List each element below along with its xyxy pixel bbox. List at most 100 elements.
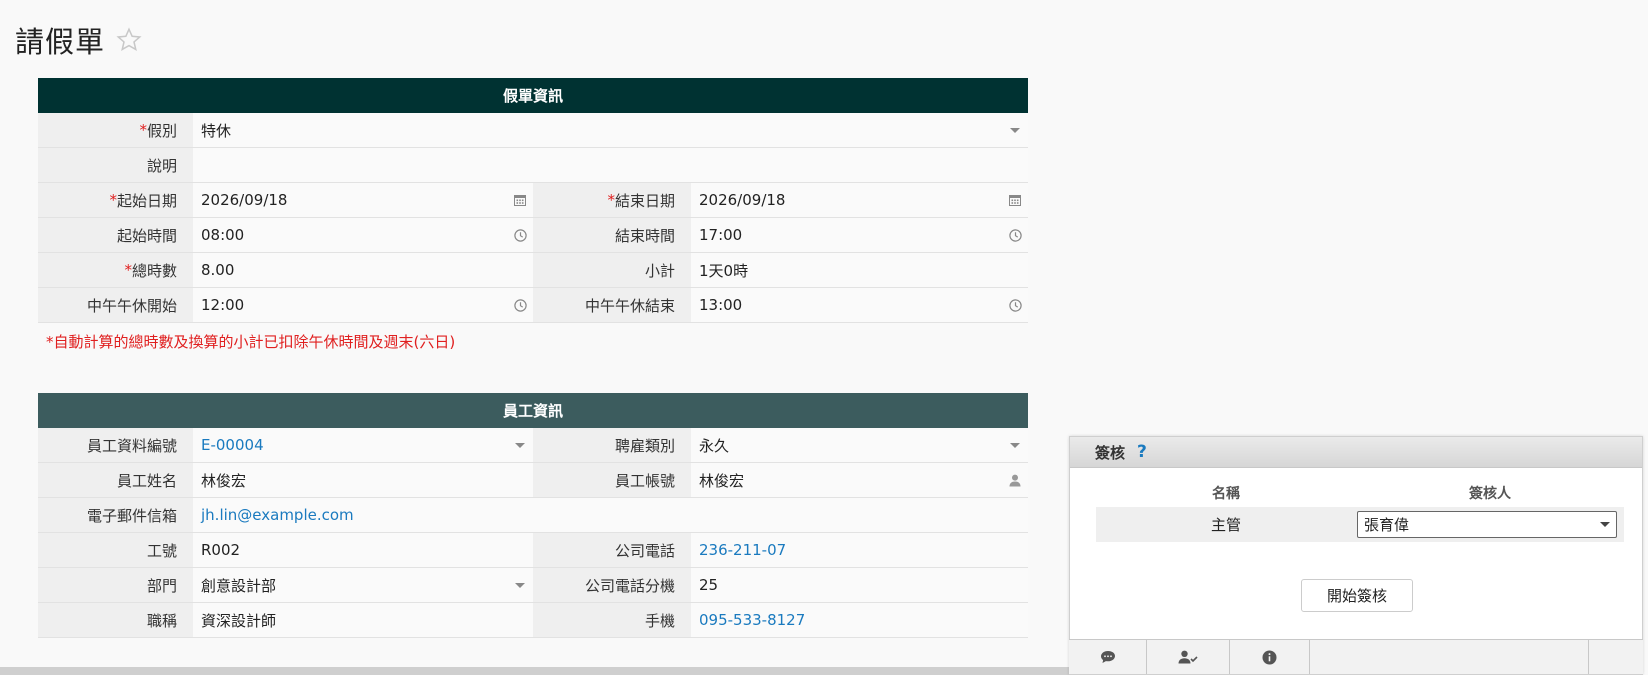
subtotal-value: 1天0時	[691, 253, 1028, 287]
help-icon[interactable]: ?	[1137, 442, 1147, 462]
approval-columns: 名稱 簽核人	[1096, 483, 1624, 503]
date-row: * 起始日期 2026/09/18 * 結束日期 2026/09/18	[38, 183, 1028, 218]
staff-no-label: 工號	[38, 533, 193, 567]
mobile-link[interactable]: 095-533-8127	[699, 611, 805, 629]
subtotal-label: 小計	[533, 253, 691, 287]
email-label: 電子郵件信箱	[38, 498, 193, 532]
mobile-label: 手機	[533, 603, 691, 637]
leave-type-row: * 假別 特休	[38, 113, 1028, 148]
email-row: 電子郵件信箱 jh.lin@example.com	[38, 498, 1028, 533]
employment-type-select[interactable]: 永久	[691, 428, 1028, 462]
approval-role: 主管	[1210, 516, 1241, 534]
job-title-label: 職稱	[38, 603, 193, 637]
end-date-label: 結束日期	[614, 191, 675, 210]
end-time-field[interactable]: 17:00	[691, 218, 1028, 252]
approver-select[interactable]: 張育偉	[1357, 511, 1617, 538]
end-time-label: 結束時間	[533, 218, 691, 252]
start-date-value: 2026/09/18	[201, 191, 288, 209]
leave-type-select[interactable]: 特休	[193, 113, 1028, 147]
employee-id-select[interactable]: E-00004	[193, 428, 533, 462]
employee-account-value: 林俊宏	[699, 471, 745, 490]
page-title: 請假單	[15, 25, 106, 59]
hours-row: * 總時數 8.00 小計 1天0時	[38, 253, 1028, 288]
mobile-field[interactable]: 095-533-8127	[691, 603, 1028, 637]
description-field[interactable]	[193, 148, 1028, 182]
user-check-icon[interactable]	[1147, 640, 1230, 674]
start-date-field[interactable]: 2026/09/18	[193, 183, 533, 217]
lunch-start-field[interactable]: 12:00	[193, 288, 533, 322]
lunch-end-label: 中午午休結束	[533, 288, 691, 322]
lunch-start-value: 12:00	[201, 296, 245, 314]
auto-calc-note: *自動計算的總時數及換算的小計已扣除午休時間及週末(六日)	[46, 333, 456, 351]
description-row: 說明	[38, 148, 1028, 183]
approver-value: 張育偉	[1364, 516, 1410, 534]
leave-type-label: 假別	[146, 121, 177, 140]
clock-icon[interactable]	[513, 298, 527, 312]
calendar-icon[interactable]	[513, 193, 527, 207]
employee-name-label: 員工姓名	[38, 463, 193, 497]
email-field[interactable]: jh.lin@example.com	[193, 498, 1028, 532]
job-title-field[interactable]: 資深設計師	[193, 603, 533, 637]
clock-icon[interactable]	[1008, 228, 1022, 242]
office-phone-link[interactable]: 236-211-07	[699, 541, 786, 559]
office-phone-field[interactable]: 236-211-07	[691, 533, 1028, 567]
start-time-value: 08:00	[201, 226, 245, 244]
info-icon[interactable]	[1230, 640, 1310, 674]
approval-toolbar	[1069, 639, 1643, 674]
start-time-label: 起始時間	[38, 218, 193, 252]
end-time-value: 17:00	[699, 226, 743, 244]
employee-name-field[interactable]: 林俊宏	[193, 463, 533, 497]
lunch-row: 中午午休開始 12:00 中午午休結束 13:00	[38, 288, 1028, 323]
employee-name-row: 員工姓名 林俊宏 員工帳號 林俊宏	[38, 463, 1028, 498]
staff-no-row: 工號 R002 公司電話 236-211-07	[38, 533, 1028, 568]
start-time-field[interactable]: 08:00	[193, 218, 533, 252]
extension-label: 公司電話分機	[533, 568, 691, 602]
department-label: 部門	[38, 568, 193, 602]
extension-field[interactable]: 25	[691, 568, 1028, 602]
employee-id-label: 員工資料編號	[38, 428, 193, 462]
employee-account-field[interactable]: 林俊宏	[691, 463, 1028, 497]
start-date-label: 起始日期	[116, 191, 177, 210]
department-select[interactable]: 創意設計部	[193, 568, 533, 602]
calendar-icon[interactable]	[1008, 193, 1022, 207]
employment-type-label: 聘雇類別	[533, 428, 691, 462]
email-link[interactable]: jh.lin@example.com	[201, 506, 354, 524]
employment-type-value: 永久	[699, 436, 730, 455]
approval-row: 主管 張育偉	[1096, 507, 1624, 542]
chevron-down-icon[interactable]	[513, 438, 527, 452]
approval-panel: 簽核 ? 名稱 簽核人 主管 張育偉 開始簽核	[1069, 436, 1643, 675]
leave-info-header: 假單資訊	[38, 78, 1028, 113]
lunch-start-label: 中午午休開始	[38, 288, 193, 322]
user-icon[interactable]	[1008, 473, 1022, 487]
employee-id-row: 員工資料編號 E-00004 聘雇類別 永久	[38, 428, 1028, 463]
col-name-header: 名稱	[1212, 486, 1240, 502]
employee-id-link[interactable]: E-00004	[201, 436, 264, 454]
lunch-end-value: 13:00	[699, 296, 743, 314]
approval-header: 簽核 ?	[1070, 437, 1642, 468]
staff-no-field[interactable]: R002	[193, 533, 533, 567]
leave-type-value: 特休	[201, 121, 232, 140]
total-hours-label: 總時數	[131, 261, 177, 280]
end-date-value: 2026/09/18	[699, 191, 786, 209]
clock-icon[interactable]	[1008, 298, 1022, 312]
start-approval-button[interactable]: 開始簽核	[1301, 579, 1413, 612]
lunch-end-field[interactable]: 13:00	[691, 288, 1028, 322]
office-phone-label: 公司電話	[533, 533, 691, 567]
chevron-down-icon	[1600, 522, 1610, 527]
end-date-field[interactable]: 2026/09/18	[691, 183, 1028, 217]
approval-title: 簽核	[1095, 443, 1126, 462]
department-value: 創意設計部	[201, 576, 277, 595]
chevron-down-icon[interactable]	[513, 578, 527, 592]
description-label: 說明	[38, 148, 193, 182]
employee-info-header: 員工資訊	[38, 393, 1028, 428]
toolbar-spacer	[1310, 640, 1589, 674]
total-hours-field[interactable]: 8.00	[193, 253, 533, 287]
chevron-down-icon[interactable]	[1008, 123, 1022, 137]
department-row: 部門 創意設計部 公司電話分機 25	[38, 568, 1028, 603]
star-icon[interactable]	[115, 26, 143, 54]
time-row: 起始時間 08:00 結束時間 17:00	[38, 218, 1028, 253]
leave-info-section: 假單資訊 * 假別 特休 說明 * 起始日期 2026/09/18 * 結束日期 20…	[38, 78, 1028, 323]
comment-icon[interactable]	[1069, 640, 1147, 674]
clock-icon[interactable]	[513, 228, 527, 242]
chevron-down-icon[interactable]	[1008, 438, 1022, 452]
